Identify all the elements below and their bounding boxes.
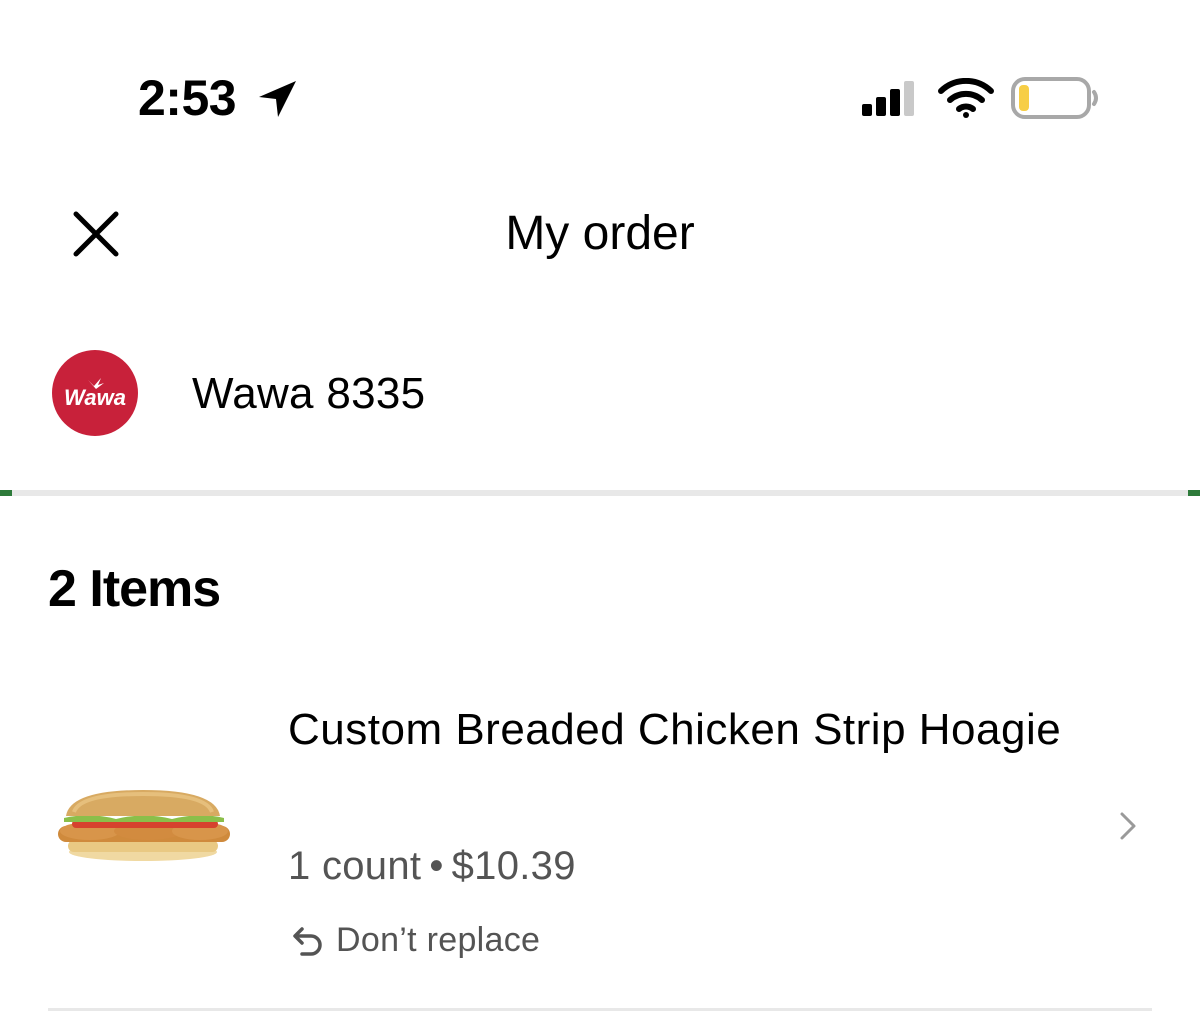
svg-text:Wawa: Wawa	[64, 385, 126, 410]
page-title: My order	[505, 207, 695, 260]
store-name: Wawa 8335	[192, 369, 426, 418]
divider-accent-right	[1188, 490, 1200, 496]
cellular-signal-icon	[862, 81, 914, 116]
replacement-label: Don’t replace	[336, 920, 541, 959]
battery-low-icon	[1011, 77, 1098, 119]
store-row[interactable]: Wawa Wawa 8335	[0, 350, 1200, 442]
divider-accent-left	[0, 490, 12, 496]
item-title: Custom Breaded Chicken Strip Hoagie	[288, 705, 1062, 754]
section-divider	[0, 490, 1200, 496]
item-count: 1 count	[288, 844, 422, 888]
item-divider	[48, 1008, 1152, 1011]
undo-arrow-icon	[293, 927, 322, 956]
order-item-row[interactable]: Custom Breaded Chicken Strip Hoagie 1 co…	[0, 690, 1200, 980]
wifi-icon	[938, 78, 994, 118]
status-time: 2:53	[138, 70, 237, 126]
item-meta: 1 count • $10.39	[288, 842, 576, 890]
store-logo: Wawa	[52, 350, 138, 436]
meta-separator: •	[429, 844, 444, 888]
items-count-heading: 2 Items	[48, 560, 221, 618]
item-price: $10.39	[451, 844, 576, 888]
chicken-hoagie-image	[58, 790, 230, 861]
replacement-option[interactable]: Don’t replace	[288, 916, 540, 964]
chevron-right-icon	[1120, 812, 1136, 840]
order-screen: 2:53 My order Wawa Wawa 8335 2 Items Cus…	[0, 0, 1200, 1021]
location-arrow-icon	[259, 81, 296, 117]
